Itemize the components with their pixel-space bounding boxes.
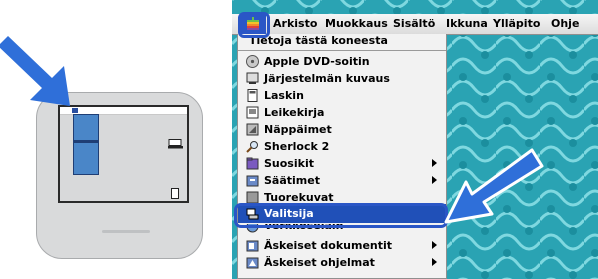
menu-item-label: Apple DVD-soitin [264,55,370,68]
menu-item-label: Laskin [264,89,304,102]
menu-item-about[interactable]: Tietoja tästä koneesta [238,34,446,51]
menu-ohje[interactable]: Ohje [551,17,579,30]
recent-docs-icon [246,240,259,252]
menu-item-calculator[interactable]: Laskin [238,87,446,104]
menu-item-label: Säätimet [264,174,320,187]
apple-menu: Tietoja tästä koneesta Apple DVD-soitin … [237,34,447,279]
calculator-icon [247,89,258,102]
menu-arkisto[interactable]: Arkisto [273,17,317,30]
pointer-arrow-computer [0,36,70,106]
os9-screenshot: Arkisto Muokkaus Sisältö Ikkuna Ylläpito… [232,0,598,279]
submenu-arrow-icon [432,176,437,184]
menu-item-favorites[interactable]: Suosikit [238,155,446,172]
menu-item-label: Äskeiset ohjelmat [264,256,375,269]
keycaps-icon [246,123,259,136]
menu-item-sherlock[interactable]: Sherlock 2 [238,138,446,155]
menu-item-clipped[interactable]: Tuorekuvat [238,189,446,203]
menu-yllapito[interactable]: Ylläpito [493,17,540,30]
apple-menu-highlight [238,12,270,38]
menu-item-recent-docs[interactable]: Äskeiset dokumentit [238,237,446,254]
menu-bar: Arkisto Muokkaus Sisältö Ikkuna Ylläpito… [232,14,598,35]
submenu-arrow-icon [432,241,437,249]
menu-item-dvd[interactable]: Apple DVD-soitin [238,53,446,70]
system-profiler-icon [246,72,259,84]
favorites-icon [246,157,259,170]
scrapbook-icon [246,106,259,119]
menu-item-recent-apps[interactable]: Äskeiset ohjelmat [238,254,446,271]
menu-item-control-panels[interactable]: Säätimet [238,172,446,189]
menu-item-scrapbook[interactable]: Leikekirja [238,104,446,121]
pointer-arrow-chooser [444,148,544,224]
menu-muokkaus[interactable]: Muokkaus [325,17,388,30]
menu-ikkuna[interactable]: Ikkuna [446,17,488,30]
chooser-highlight [234,203,448,228]
menu-item-system-profiler[interactable]: Järjestelmän kuvaus [238,70,446,87]
menu-item-label: Äskeiset dokumentit [264,239,393,252]
menu-item-label: Järjestelmän kuvaus [264,72,390,85]
menu-item-label: Sherlock 2 [264,140,330,153]
recent-apps-icon [246,257,259,269]
menu-item-label: Suosikit [264,157,314,170]
menu-item-label: Näppäimet [264,123,332,136]
trash-icon [171,188,179,199]
menu-item-label: Tuorekuvat [264,191,334,203]
menu-sisalto[interactable]: Sisältö [393,17,435,30]
control-panels-icon [246,175,259,187]
submenu-arrow-icon [432,159,437,167]
hard-drive-icon [168,139,183,149]
mini-open-menu [73,114,99,175]
submenu-arrow-icon [432,258,437,266]
sherlock-icon [246,141,258,153]
monitor-screen [58,105,189,203]
mini-apple-icon [72,108,78,113]
menu-item-label: Leikekirja [264,106,325,119]
drive-slot [102,230,150,233]
dvd-icon [246,55,259,68]
menu-item-label: Tietoja tästä koneesta [249,34,388,47]
menu-separator [238,50,446,51]
clipped-icon [246,191,259,203]
computer-illustration [36,92,203,259]
menu-item-keycaps[interactable]: Näppäimet [238,121,446,138]
